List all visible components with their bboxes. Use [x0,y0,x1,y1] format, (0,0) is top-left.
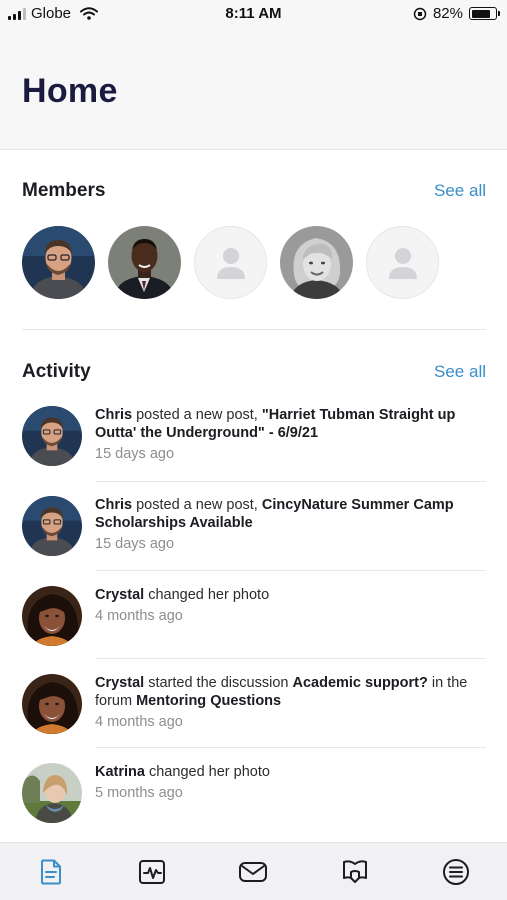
activity-text: Crystal changed her photo [95,586,486,604]
activity-item[interactable]: Crystal started the discussion Academic … [22,674,486,734]
user-placeholder-icon [216,247,245,279]
chris-avatar[interactable] [22,406,82,466]
battery-icon [469,7,500,20]
member-avatar-placeholder[interactable] [366,226,439,299]
activity-item[interactable]: Crystal changed her photo 4 months ago [22,586,486,646]
activity-time: 4 months ago [95,608,183,624]
activity-action: posted a new post, [132,497,262,513]
activity-action: posted a new post, [132,407,262,423]
item-divider [95,747,486,748]
crystal-avatar[interactable] [22,586,82,646]
tab-forums[interactable] [340,857,370,887]
activity-time: 4 months ago [95,714,183,730]
chris-avatar[interactable] [22,496,82,556]
member-avatar[interactable] [22,226,95,299]
status-bar: Globe 8:11 AM 82% [0,0,507,28]
activity-text: Chris posted a new post, CincyNature Sum… [95,496,486,532]
item-divider [95,481,486,482]
member-avatar[interactable] [108,226,181,299]
activity-actor[interactable]: Katrina [95,764,145,780]
members-see-all-link[interactable]: See all [434,181,486,201]
tab-menu[interactable] [441,857,471,887]
activity-item[interactable]: Chris posted a new post, "Harriet Tubman… [22,406,486,466]
activity-text: Katrina changed her photo [95,763,486,781]
battery-percent: 82% [432,5,463,22]
activity-time: 5 months ago [95,785,183,801]
forum-icon [343,860,367,883]
members-title: Members [22,180,106,201]
tab-messages[interactable] [238,857,268,887]
mail-icon [239,862,267,882]
activity-action: changed her photo [144,764,270,780]
members-header: Members See all [22,180,486,202]
orientation-lock-icon [413,7,427,20]
document-icon [41,859,61,885]
activity-text: Crystal started the discussion Academic … [95,674,486,710]
activity-forum-link[interactable]: Mentoring Questions [136,693,281,709]
activity-actor[interactable]: Crystal [95,587,144,603]
tab-home[interactable] [36,857,66,887]
user-placeholder-icon [388,247,417,279]
activity-actor[interactable]: Chris [95,407,132,423]
activity-action: started the discussion [144,675,293,691]
member-avatar-placeholder[interactable] [194,226,267,299]
page-title: Home [22,72,118,110]
item-divider [95,570,486,571]
tab-bar [0,842,507,900]
activity-action: changed her photo [144,587,270,603]
activity-time: 15 days ago [95,446,175,462]
activity-actor[interactable]: Crystal [95,675,144,691]
members-row [22,226,439,299]
activity-header: Activity See all [22,361,486,383]
activity-title: Activity [22,361,91,382]
activity-object-link[interactable]: Academic support? [292,675,427,691]
katrina-avatar[interactable] [22,763,82,823]
activity-text: Chris posted a new post, "Harriet Tubman… [95,406,486,442]
activity-item[interactable]: Katrina changed her photo 5 months ago [22,763,486,823]
activity-item[interactable]: Chris posted a new post, CincyNature Sum… [22,496,486,556]
activity-see-all-link[interactable]: See all [434,362,486,382]
crystal-avatar[interactable] [22,674,82,734]
tab-activity[interactable] [137,857,167,887]
section-divider [22,329,486,330]
activity-time: 15 days ago [95,536,175,552]
member-avatar[interactable] [280,226,353,299]
menu-list-icon [443,859,469,885]
item-divider [95,658,486,659]
activity-pulse-icon [139,860,165,884]
activity-actor[interactable]: Chris [95,497,132,513]
